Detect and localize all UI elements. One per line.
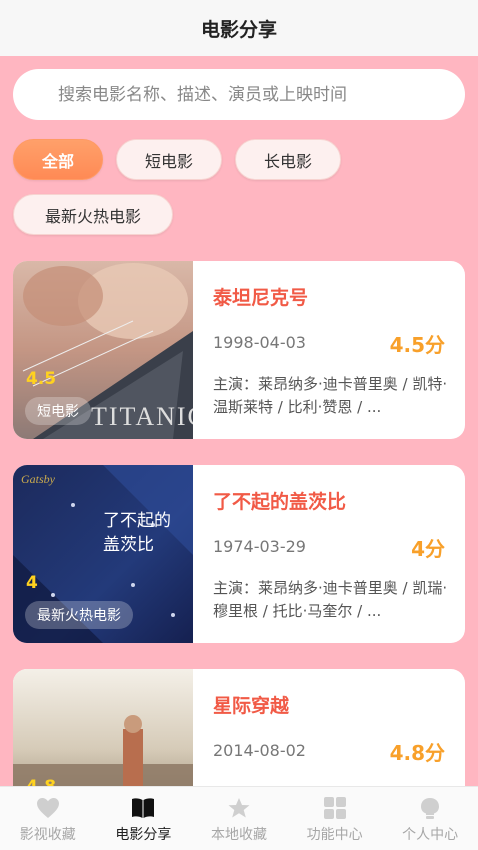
tab-label: 影视收藏: [19, 827, 76, 843]
filter-chip-label: 全部: [41, 151, 74, 171]
tab-profile[interactable]: 个人中心: [382, 787, 478, 850]
movie-title: 了不起的盖茨比: [213, 491, 347, 513]
movie-score: 4.8分: [389, 741, 445, 765]
page-title: 电影分享: [200, 18, 277, 41]
movie-card[interactable]: TITANIC 4.5 短电影 泰坦尼克号 1998-04-03 4.5分 主演…: [13, 261, 465, 439]
movie-date: 2014-08-02: [213, 741, 306, 760]
filter-chip-all[interactable]: 全部: [13, 139, 103, 180]
grid-icon: [323, 797, 346, 819]
movie-date: 1998-04-03: [213, 333, 306, 352]
movie-card[interactable]: Gatsby 了不起的盖茨比 4 最新火热电影 了不起的盖茨比 1974-03-…: [13, 465, 465, 643]
movie-score: 4分: [411, 537, 445, 561]
poster-tag: 最新火热电影: [25, 601, 133, 629]
poster-rating: 4: [26, 573, 38, 593]
filter-chip-short[interactable]: 短电影: [116, 139, 222, 180]
book-icon: [132, 798, 155, 818]
bottom-tab-bar: 影视收藏 电影分享 本地收藏 功能中心 个人中心: [0, 786, 478, 850]
movie-date: 1974-03-29: [213, 537, 306, 556]
svg-text:Gatsby: Gatsby: [21, 472, 56, 486]
movie-title: 星际穿越: [213, 695, 290, 717]
tab-label: 本地收藏: [210, 827, 267, 843]
movie-actors: 主演：莱昂纳多·迪卡普里奥 / 凯瑞·穆里根 / 托比·马奎尔 / ...: [213, 579, 448, 620]
filter-chip-label: 最新火热电影: [44, 206, 141, 226]
poster-rating: 4.5: [26, 369, 57, 389]
filter-chip-hot[interactable]: 最新火热电影: [13, 194, 173, 235]
filter-chip-long[interactable]: 长电影: [235, 139, 341, 180]
tab-local-favorites[interactable]: 本地收藏: [191, 787, 287, 850]
movie-score: 4.5分: [389, 333, 445, 357]
tab-label: 个人中心: [402, 827, 459, 843]
movie-poster: TITANIC 4.5 短电影: [13, 261, 193, 439]
tab-favorites[interactable]: 影视收藏: [0, 787, 96, 850]
heart-icon: [36, 798, 59, 818]
user-icon: [421, 798, 440, 819]
tab-label: 电影分享: [115, 827, 172, 843]
poster-title-text: TITANIC: [91, 402, 193, 431]
search-bar[interactable]: [13, 69, 465, 120]
filter-chip-label: 长电影: [263, 151, 312, 171]
tab-movie-share[interactable]: 电影分享: [96, 787, 192, 850]
top-bar: 电影分享: [0, 0, 478, 56]
poster-title-text: 了不起的盖茨比: [103, 511, 171, 555]
star-icon: [228, 798, 250, 818]
movie-poster: Gatsby 了不起的盖茨比 4 最新火热电影: [13, 465, 193, 643]
movie-info: 了不起的盖茨比 1974-03-29 4分 主演：莱昂纳多·迪卡普里奥 / 凯瑞…: [213, 465, 453, 643]
movie-actors: 主演：莱昂纳多·迪卡普里奥 / 凯特·温斯莱特 / 比利·赞恩 / ...: [213, 375, 448, 416]
search-input[interactable]: [58, 84, 438, 105]
poster-tag: 短电影: [25, 397, 91, 425]
movie-info: 泰坦尼克号 1998-04-03 4.5分 主演：莱昂纳多·迪卡普里奥 / 凯特…: [213, 261, 453, 439]
filter-chip-label: 短电影: [144, 151, 193, 171]
tab-function-center[interactable]: 功能中心: [287, 787, 383, 850]
tab-label: 功能中心: [306, 827, 363, 843]
movie-title: 泰坦尼克号: [213, 287, 309, 309]
